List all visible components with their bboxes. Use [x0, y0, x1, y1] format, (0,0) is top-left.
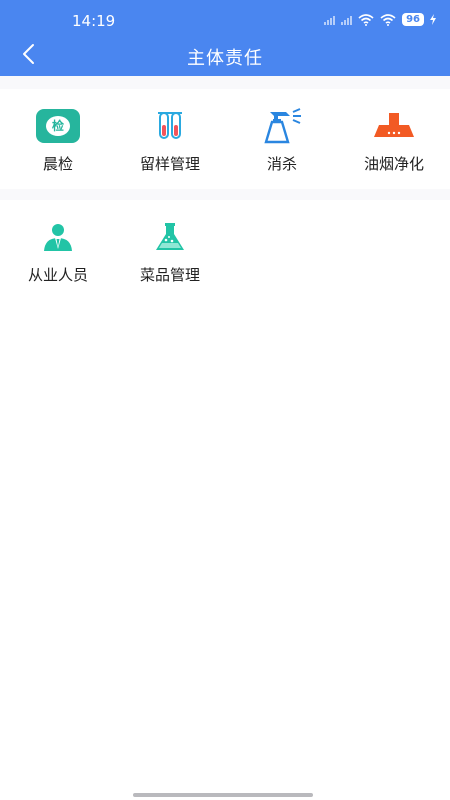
status-time: 14:19 — [72, 12, 116, 30]
signal-icon — [341, 15, 353, 25]
grid-item-fume-purification[interactable]: 油烟净化 — [338, 89, 450, 189]
grid-item-sample-management[interactable]: 留样管理 — [114, 89, 226, 189]
battery-level: 96 — [402, 13, 424, 26]
staff-person-icon — [35, 217, 81, 257]
grid-item-dish-management[interactable]: 菜品管理 — [114, 200, 226, 300]
page-title: 主体责任 — [187, 48, 263, 69]
grid-item-label: 菜品管理 — [139, 266, 200, 284]
grid-item-disinfection[interactable]: 消杀 — [226, 89, 338, 189]
range-hood-icon — [371, 106, 417, 146]
inspection-badge-icon: 检 — [35, 106, 81, 146]
grid-item-label: 消杀 — [266, 155, 297, 173]
flask-icon — [147, 217, 193, 257]
app-header: 14:19 96 主体责任 — [0, 0, 450, 76]
home-indicator[interactable] — [133, 793, 313, 797]
grid-item-label: 晨检 — [42, 155, 73, 173]
function-grid-secondary: 从业人员 菜品管理 — [0, 200, 450, 800]
test-tubes-icon — [147, 106, 193, 146]
grid-item-staff[interactable]: 从业人员 — [2, 200, 114, 300]
function-grid-primary: 检 晨检 留样管理 消杀 油烟净化 — [0, 89, 450, 189]
inspection-badge-text: 检 — [51, 119, 64, 133]
charging-icon — [430, 14, 436, 25]
grid-item-morning-check[interactable]: 检 晨检 — [2, 89, 114, 189]
grid-item-label: 油烟净化 — [363, 155, 424, 173]
signal-icon — [324, 15, 336, 25]
wifi-icon — [380, 13, 396, 26]
spray-bottle-icon — [259, 106, 305, 146]
grid-item-label: 从业人员 — [27, 266, 88, 284]
wifi-icon — [358, 13, 374, 26]
grid-item-label: 留样管理 — [139, 155, 200, 173]
status-icons: 96 — [324, 13, 436, 26]
